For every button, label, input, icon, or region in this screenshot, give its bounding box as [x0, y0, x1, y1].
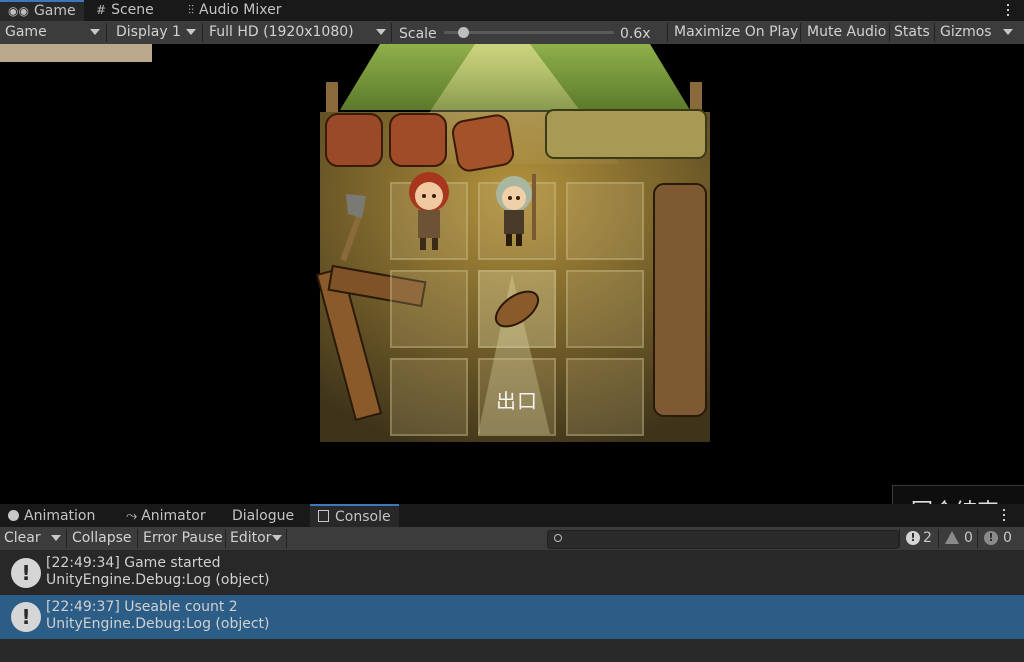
error-pause-toggle[interactable]: Error Pause [143, 527, 223, 550]
maximize-on-play-toggle[interactable]: Maximize On Play [674, 21, 798, 44]
tab-scene[interactable]: # Scene [88, 0, 162, 21]
barrel-3 [451, 114, 515, 172]
grid-cell-7[interactable] [390, 358, 468, 436]
scale-slider[interactable] [444, 27, 614, 38]
grid-icon: # [96, 3, 107, 17]
bottom-tab-bar: Animation ⤳ Animator Dialogue Console [0, 504, 1024, 527]
console-search-input[interactable] [547, 530, 899, 549]
mute-audio-toggle[interactable]: Mute Audio [807, 21, 886, 44]
log-entry-2-source: UnityEngine.Debug:Log (object) [46, 616, 270, 632]
editor-select[interactable]: Editor [230, 527, 271, 550]
log-entry-1-source: UnityEngine.Debug:Log (object) [46, 572, 270, 588]
editor-dropdown-icon[interactable] [272, 535, 282, 541]
tent-pole-left [326, 82, 338, 112]
info-count: 2 [923, 530, 932, 546]
grid-cell-4[interactable] [390, 270, 468, 348]
clock-icon [8, 510, 19, 521]
gizmos-toggle[interactable]: Gizmos [940, 21, 992, 44]
tab-dialogue-label: Dialogue [232, 508, 295, 524]
tab-scene-label: Scene [111, 2, 154, 18]
view-dropdown-icon[interactable] [90, 29, 100, 35]
game-viewport[interactable]: 出口 回合结束 [0, 44, 1024, 504]
end-turn-label: 回合结束 [911, 494, 999, 504]
scale-slider-thumb[interactable] [458, 27, 469, 38]
search-icon [554, 534, 562, 542]
warning-count: 0 [964, 530, 973, 546]
error-count-icon[interactable]: ! [984, 531, 998, 545]
tab-console[interactable]: Console [310, 504, 399, 527]
scale-value: 0.6x [620, 26, 651, 42]
top-tab-bar: ◉◉ Game # Scene ⫶⫶ Audio Mixer [0, 0, 1024, 21]
display-select[interactable]: Display 1 [116, 21, 181, 44]
tab-animator-label: Animator [141, 508, 206, 524]
tab-animation-label: Animation [24, 508, 96, 524]
info-icon: ! [11, 602, 41, 632]
mixer-icon: ⫶⫶ [188, 3, 195, 17]
tab-animation[interactable]: Animation [0, 504, 103, 527]
collapse-toggle[interactable]: Collapse [72, 527, 132, 550]
game-toolbar: Game Display 1 Full HD (1920x1080) Scale… [0, 21, 1024, 44]
error-count: 0 [1003, 530, 1012, 546]
gizmos-dropdown-icon[interactable] [1003, 29, 1013, 35]
tab-game-label: Game [33, 3, 76, 19]
resolution-select[interactable]: Full HD (1920x1080) [209, 21, 354, 44]
tab-dialogue[interactable]: Dialogue [224, 504, 302, 527]
grid-cell-6[interactable] [566, 270, 644, 348]
character-green-hair[interactable] [490, 170, 546, 250]
view-select[interactable]: Game [5, 21, 47, 44]
info-icon: ! [11, 558, 41, 588]
end-turn-panel[interactable]: 回合结束 [892, 485, 1024, 504]
bedroll [545, 109, 707, 159]
display-dropdown-icon[interactable] [186, 29, 196, 35]
warning-count-icon[interactable] [945, 531, 959, 544]
barrel-1 [325, 113, 383, 167]
tab-game[interactable]: ◉◉ Game [0, 0, 84, 21]
stats-toggle[interactable]: Stats [894, 21, 930, 44]
more-options-icon[interactable] [1006, 0, 1010, 21]
tab-console-label: Console [335, 509, 391, 525]
parchment-scrap [0, 44, 152, 62]
grid-cell-9[interactable] [566, 358, 644, 436]
log-entry-1-message: [22:49:34] Game started [46, 555, 221, 571]
log-entry-2[interactable]: ! [22:49:37] Useable count 2 UnityEngine… [0, 595, 1024, 639]
tab-audio-mixer[interactable]: ⫶⫶ Audio Mixer [180, 0, 289, 21]
bread-item[interactable] [490, 286, 544, 332]
barrel-2 [389, 113, 447, 167]
grid-cell-3[interactable] [566, 182, 644, 260]
console-icon [318, 510, 329, 522]
gamepad-icon: ◉◉ [8, 4, 29, 18]
clear-dropdown-icon[interactable] [51, 535, 61, 541]
tent-pole-right [690, 82, 702, 112]
clear-button[interactable]: Clear [4, 527, 41, 550]
tab-audio-mixer-label: Audio Mixer [199, 2, 282, 18]
console-more-options-icon[interactable] [1002, 504, 1006, 527]
animator-icon: ⤳ [126, 508, 138, 524]
exit-label: 出口 [496, 389, 538, 413]
scale-label: Scale [399, 26, 437, 42]
console-log-list: ! [22:49:34] Game started UnityEngine.De… [0, 550, 1024, 662]
log-entry-1[interactable]: ! [22:49:34] Game started UnityEngine.De… [0, 551, 1024, 595]
logs-right [653, 183, 707, 417]
resolution-dropdown-icon[interactable] [376, 29, 386, 35]
log-entry-2-message: [22:49:37] Useable count 2 [46, 599, 238, 615]
info-count-icon[interactable]: ! [906, 531, 920, 545]
character-red-hair[interactable] [404, 168, 454, 252]
tab-animator[interactable]: ⤳ Animator [118, 504, 214, 527]
